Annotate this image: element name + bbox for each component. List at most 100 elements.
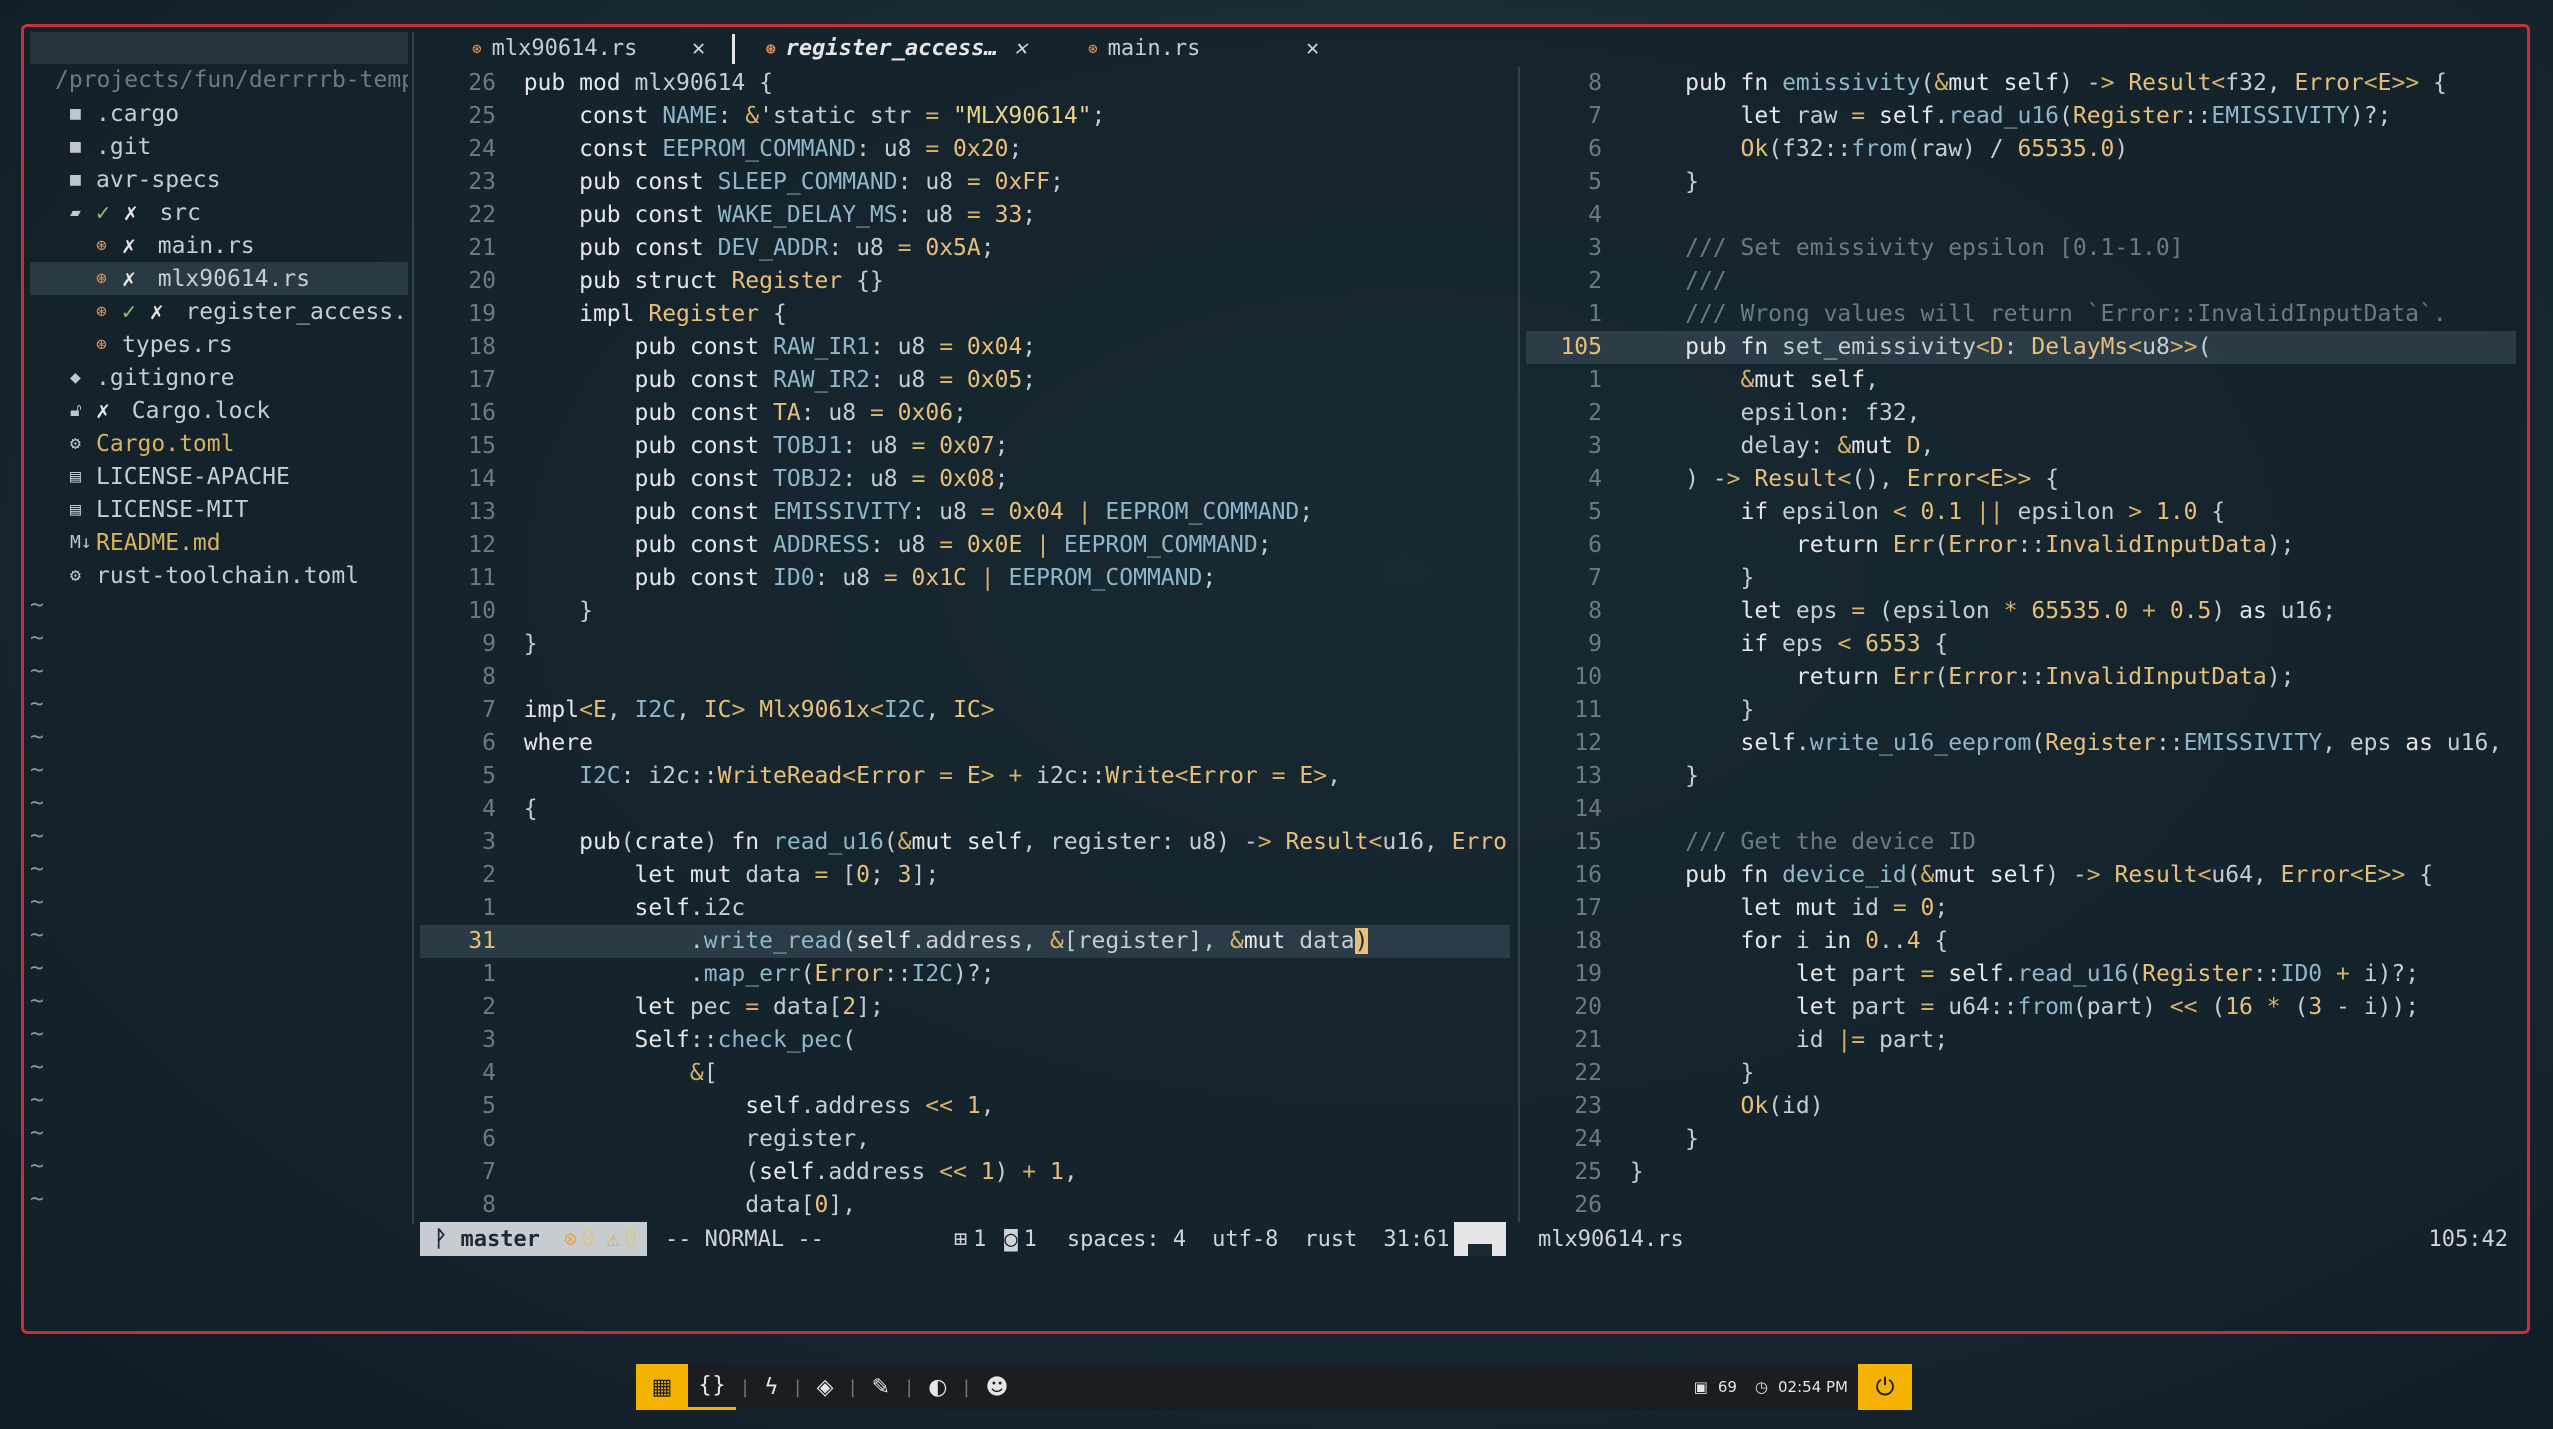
code-line[interactable]: 19 impl Register { <box>420 298 1510 331</box>
code-line[interactable]: 7 } <box>1526 562 2516 595</box>
tree-item[interactable]: ⚙ Cargo.toml <box>30 427 408 460</box>
code-line[interactable]: 6 where <box>420 727 1510 760</box>
code-line[interactable]: 6 register, <box>420 1123 1510 1156</box>
code-line[interactable]: 6 Ok(f32::from(raw) / 65535.0) <box>1526 133 2516 166</box>
tree-item[interactable]: ▰ ✓ ✗ src <box>30 196 408 229</box>
tree-item[interactable]: 🔓︎ ✗ Cargo.lock <box>30 394 408 427</box>
code-line[interactable]: 23 pub const SLEEP_COMMAND: u8 = 0xFF; <box>420 166 1510 199</box>
code-line[interactable]: 16 pub const TA: u8 = 0x06; <box>420 397 1510 430</box>
tree-item[interactable]: ⊛ ✓ ✗ register_access.rs <box>30 295 408 328</box>
code-line[interactable]: 10 } <box>420 595 1510 628</box>
code-line[interactable]: 21 id |= part; <box>1526 1024 2516 1057</box>
code-line[interactable]: 8 pub fn emissivity(&mut self) -> Result… <box>1526 67 2516 100</box>
tree-item[interactable]: ⊛ ✗ main.rs <box>30 229 408 262</box>
code-line[interactable]: 24 const EEPROM_COMMAND: u8 = 0x20; <box>420 133 1510 166</box>
code-braces-icon[interactable]: {} <box>688 1364 736 1410</box>
code-line[interactable]: 12 self.write_u16_eeprom(Register::EMISS… <box>1526 727 2516 760</box>
code-line[interactable]: 4 <box>1526 199 2516 232</box>
code-line[interactable]: 3 delay: &mut D, <box>1526 430 2516 463</box>
code-line[interactable]: 24 } <box>1526 1123 2516 1156</box>
tree-item[interactable]: ■ avr-specs <box>30 163 408 196</box>
git-branch[interactable]: ᚹ master <box>420 1222 554 1256</box>
close-icon[interactable]: ✕ <box>1014 36 1027 61</box>
code-line[interactable]: 2 /// <box>1526 265 2516 298</box>
code-line[interactable]: 13 pub const EMISSIVITY: u8 = 0x04 | EEP… <box>420 496 1510 529</box>
code-line[interactable]: 14 <box>1526 793 2516 826</box>
tree-item[interactable]: M↓ README.md <box>30 526 408 559</box>
code-line[interactable]: 3 /// Set emissivity epsilon [0.1-1.0] <box>1526 232 2516 265</box>
code-pane-right[interactable]: 8 pub fn emissivity(&mut self) -> Result… <box>1526 67 2516 1222</box>
code-line[interactable]: 1 .map_err(Error::I2C)?; <box>420 958 1510 991</box>
tree-item[interactable]: ⊛ ✗ mlx90614.rs <box>30 262 408 295</box>
code-line[interactable]: 22 } <box>1526 1057 2516 1090</box>
code-line[interactable]: 21 pub const DEV_ADDR: u8 = 0x5A; <box>420 232 1510 265</box>
code-line[interactable]: 105 pub fn set_emissivity<D: DelayMs<u8>… <box>1526 331 2516 364</box>
tab-register-access[interactable]: ⊛ register_access… ✕ <box>732 32 1088 65</box>
windows-icon[interactable]: ▦ <box>636 1364 688 1410</box>
indent-setting[interactable]: spaces: 4 <box>1067 1227 1186 1252</box>
code-line[interactable]: 19 let part = self.read_u16(Register::ID… <box>1526 958 2516 991</box>
code-line[interactable]: 23 Ok(id) <box>1526 1090 2516 1123</box>
tab-main[interactable]: ⊛ main.rs ✕ <box>1088 32 1352 65</box>
encoding[interactable]: utf-8 <box>1212 1227 1278 1252</box>
code-line[interactable]: 4 ) -> Result<(), Error<E>> { <box>1526 463 2516 496</box>
code-line[interactable]: 16 pub fn device_id(&mut self) -> Result… <box>1526 859 2516 892</box>
code-line[interactable]: 12 pub const ADDRESS: u8 = 0x0E | EEPROM… <box>420 529 1510 562</box>
code-line[interactable]: 1 self.i2c <box>420 892 1510 925</box>
code-line[interactable]: 5 I2C: i2c::WriteRead<Error = E> + i2c::… <box>420 760 1510 793</box>
code-line[interactable]: 5 self.address << 1, <box>420 1090 1510 1123</box>
code-line[interactable]: 2 let mut data = [0; 3]; <box>420 859 1510 892</box>
code-line[interactable]: 4 &[ <box>420 1057 1510 1090</box>
brush-icon[interactable]: ✎ <box>862 1364 900 1410</box>
code-line[interactable]: 2 epsilon: f32, <box>1526 397 2516 430</box>
package-icon[interactable]: ▣ <box>1694 1378 1708 1396</box>
tree-item[interactable]: ⊛ types.rs <box>30 328 408 361</box>
tree-item[interactable]: ◆ .gitignore <box>30 361 408 394</box>
filetype[interactable]: rust <box>1304 1227 1357 1252</box>
power-icon[interactable]: ⏻ <box>1858 1364 1912 1410</box>
code-line[interactable]: 7 let raw = self.read_u16(Register::EMIS… <box>1526 100 2516 133</box>
tree-path[interactable]: /projects/fun/derrrrb-tempe <box>30 64 408 97</box>
code-line[interactable]: 18 for i in 0..4 { <box>1526 925 2516 958</box>
code-line[interactable]: 15 /// Get the device ID <box>1526 826 2516 859</box>
clock-time[interactable]: 02:54 PM <box>1778 1378 1848 1396</box>
code-line[interactable]: 9 if eps < 6553 { <box>1526 628 2516 661</box>
code-line[interactable]: 20 let part = u64::from(part) << (16 * (… <box>1526 991 2516 1024</box>
tree-item[interactable]: ⚙ rust-toolchain.toml <box>30 559 408 592</box>
code-line[interactable]: 8 <box>420 661 1510 694</box>
code-line[interactable]: 10 return Err(Error::InvalidInputData); <box>1526 661 2516 694</box>
code-line[interactable]: 17 let mut id = 0; <box>1526 892 2516 925</box>
code-line[interactable]: 5 } <box>1526 166 2516 199</box>
code-line[interactable]: 11 pub const ID0: u8 = 0x1C | EEPROM_COM… <box>420 562 1510 595</box>
code-line[interactable]: 26 pub mod mlx90614 { <box>420 67 1510 100</box>
git-icon[interactable]: ◈ <box>807 1364 844 1410</box>
code-line[interactable]: 3 pub(crate) fn read_u16(&mut self, regi… <box>420 826 1510 859</box>
close-icon[interactable]: ✕ <box>1306 36 1319 61</box>
code-line[interactable]: 7 (self.address << 1) + 1, <box>420 1156 1510 1189</box>
diagnostics[interactable]: ⊗ 0 ⚠ 0 <box>553 1222 647 1256</box>
code-line[interactable]: 22 pub const WAKE_DELAY_MS: u8 = 33; <box>420 199 1510 232</box>
code-line[interactable]: 4 { <box>420 793 1510 826</box>
code-line[interactable]: 18 pub const RAW_IR1: u8 = 0x04; <box>420 331 1510 364</box>
code-line[interactable]: 11 } <box>1526 694 2516 727</box>
code-line[interactable]: 26 <box>1526 1189 2516 1222</box>
tree-item[interactable]: ▤ LICENSE-MIT <box>30 493 408 526</box>
code-line[interactable]: 31 .write_read(self.address, &[register]… <box>420 925 1510 958</box>
code-line[interactable]: 5 if epsilon < 0.1 || epsilon > 1.0 { <box>1526 496 2516 529</box>
code-line[interactable]: 1 &mut self, <box>1526 364 2516 397</box>
code-line[interactable]: 25 } <box>1526 1156 2516 1189</box>
code-line[interactable]: 14 pub const TOBJ2: u8 = 0x08; <box>420 463 1510 496</box>
code-line[interactable]: 7 impl<E, I2C, IC> Mlx9061x<I2C, IC> <box>420 694 1510 727</box>
code-line[interactable]: 8 let eps = (epsilon * 65535.0 + 0.5) as… <box>1526 595 2516 628</box>
code-line[interactable]: 3 Self::check_pec( <box>420 1024 1510 1057</box>
code-line[interactable]: 13 } <box>1526 760 2516 793</box>
code-line[interactable]: 1 /// Wrong values will return `Error::I… <box>1526 298 2516 331</box>
code-line[interactable]: 8 data[0], <box>420 1189 1510 1222</box>
tree-item[interactable]: ▤ LICENSE-APACHE <box>30 460 408 493</box>
code-line[interactable]: 25 const NAME: &'static str = "MLX90614"… <box>420 100 1510 133</box>
people-icon[interactable]: ☻ <box>975 1364 1018 1410</box>
code-line[interactable]: 9 } <box>420 628 1510 661</box>
code-line[interactable]: 17 pub const RAW_IR2: u8 = 0x05; <box>420 364 1510 397</box>
code-line[interactable]: 20 pub struct Register {} <box>420 265 1510 298</box>
code-line[interactable]: 15 pub const TOBJ1: u8 = 0x07; <box>420 430 1510 463</box>
